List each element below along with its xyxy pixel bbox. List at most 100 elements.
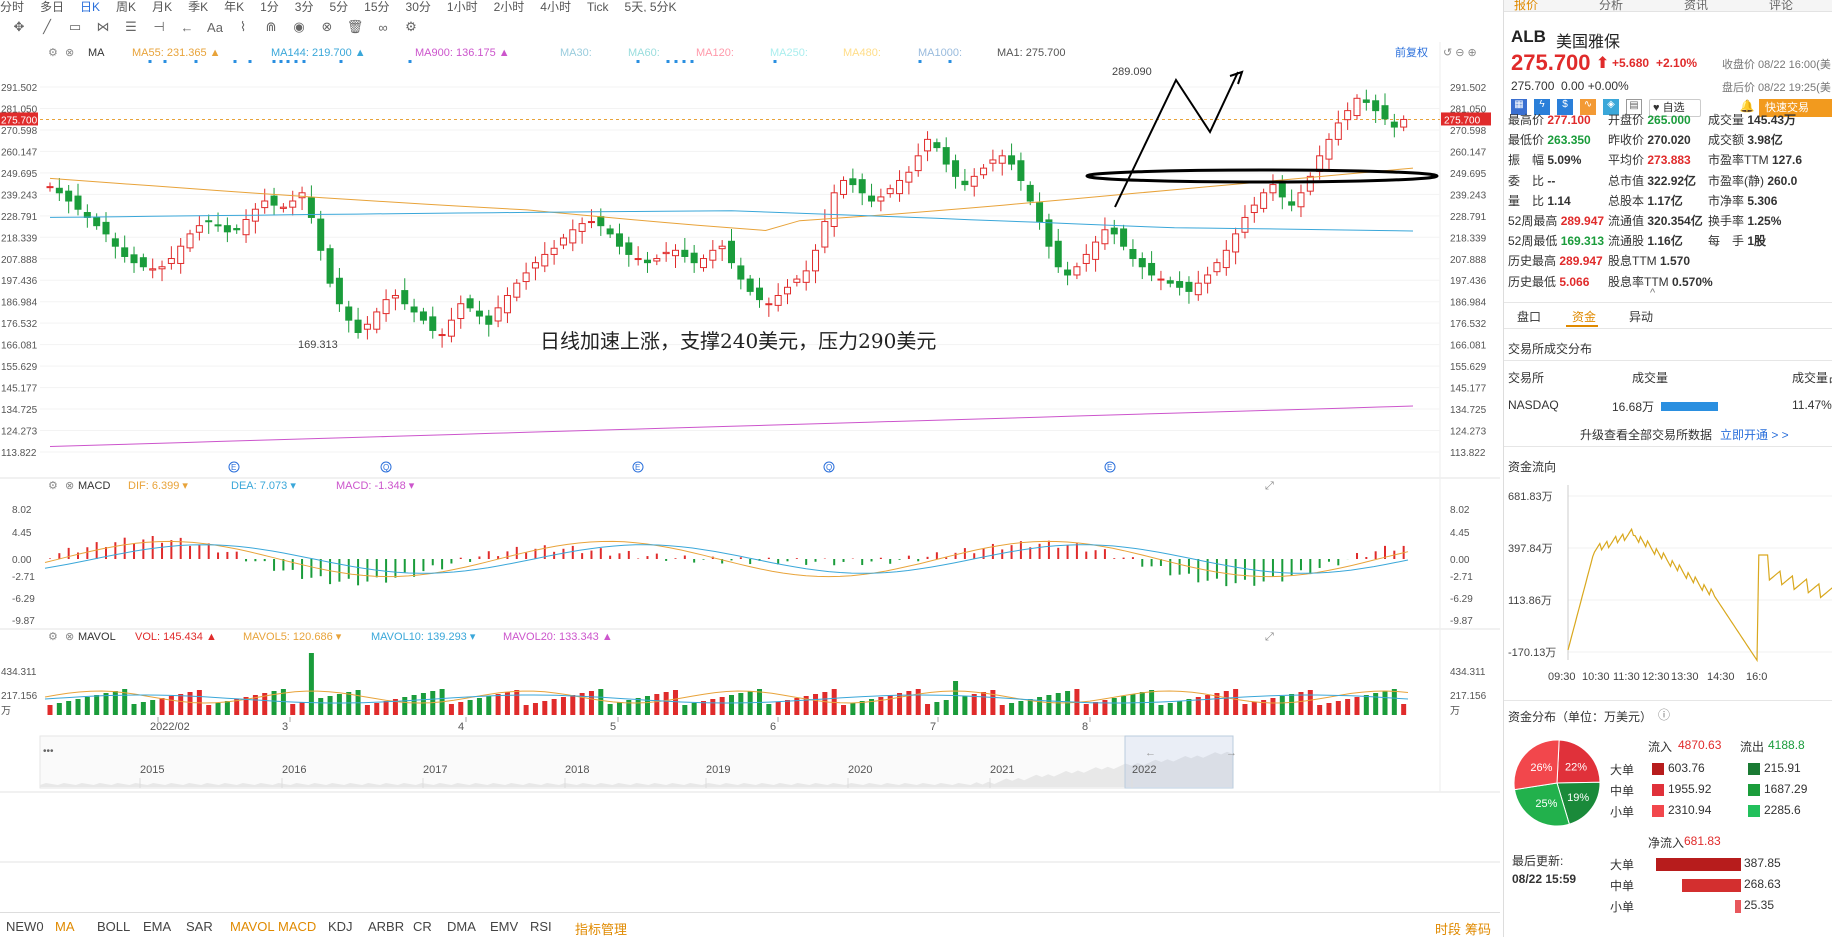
pattern-tool-icon[interactable]: ⋈: [92, 17, 114, 37]
bottom-right-tab[interactable]: 筹码: [1465, 919, 1491, 937]
period-tab[interactable]: 年K: [224, 1, 244, 12]
macd-axis-left: 4.45: [12, 528, 32, 539]
tab-comments[interactable]: 评论: [1769, 0, 1793, 11]
crosshair-icon[interactable]: ✥: [8, 17, 30, 37]
period-tab[interactable]: 5分: [329, 1, 348, 12]
fib-tool-icon[interactable]: ☰: [120, 17, 142, 37]
quote-stat: 平均价 273.883: [1608, 151, 1691, 168]
tab-news[interactable]: 资讯: [1684, 0, 1708, 11]
period-tab[interactable]: 5天, 5分K: [625, 1, 677, 12]
period-tab[interactable]: 3分: [295, 1, 314, 12]
stat-value: 169.313: [1560, 234, 1605, 249]
kline-chart[interactable]: 291.502 291.502281.050 281.050275.700 275.7…: [0, 42, 1500, 912]
magnet-icon[interactable]: ⋒: [260, 17, 282, 37]
indicator-mavol[interactable]: MAVOL: [230, 919, 275, 934]
macd-axis-right: -9.87: [1450, 616, 1473, 627]
upgrade-link[interactable]: 立即开通 > >: [1720, 426, 1789, 443]
tab-analysis[interactable]: 分析: [1599, 0, 1623, 11]
period-tab[interactable]: 4小时: [540, 1, 571, 12]
period-tab[interactable]: Tick: [587, 1, 609, 12]
vol-axis-left: 217.156: [1, 691, 38, 702]
indicator-emv[interactable]: EMV: [490, 919, 518, 934]
nav-right-icon: →: [1226, 747, 1237, 759]
candle: [952, 160, 960, 177]
volume-bar: [672, 690, 678, 715]
outflow-label: 流出: [1740, 740, 1765, 754]
trash-icon[interactable]: 🗑: [344, 17, 366, 37]
collapse-icon[interactable]: ^: [1650, 287, 1655, 299]
measure-tool-icon[interactable]: ⊣: [148, 17, 170, 37]
navigator-handle: •••: [43, 746, 54, 757]
volume-bar: [1391, 689, 1397, 715]
indicator-指标管理[interactable]: 指标管理: [575, 919, 627, 937]
indicator-ema[interactable]: EMA: [143, 919, 171, 934]
volume-bar: [588, 691, 594, 715]
tab-quote[interactable]: 报价: [1514, 0, 1538, 11]
subtab-alerts[interactable]: 异动: [1629, 308, 1653, 325]
volume-bar: [486, 696, 492, 715]
brush-tool-icon[interactable]: ⌇: [232, 17, 254, 37]
period-tab[interactable]: 1小时: [447, 1, 478, 12]
rect-tool-icon[interactable]: ▭: [64, 17, 86, 37]
volume-bar: [738, 693, 744, 715]
candle: [830, 192, 838, 227]
indicator-arbr[interactable]: ARBR: [368, 919, 404, 934]
indicator-boll[interactable]: BOLL: [97, 919, 130, 934]
bottom-right-tab[interactable]: 时段: [1435, 919, 1461, 937]
inflow-swatch: [1652, 763, 1664, 775]
settings-icon[interactable]: ⚙: [400, 17, 422, 37]
pie-label: 19%: [1567, 792, 1589, 804]
price-axis-right: 155.629: [1450, 362, 1487, 373]
indicator-macd[interactable]: MACD: [278, 919, 316, 934]
period-tab[interactable]: 多日: [40, 1, 64, 12]
indicator-kdj[interactable]: KDJ: [328, 919, 353, 934]
volume-bar: [467, 700, 473, 715]
candle: [970, 175, 978, 187]
period-tab[interactable]: 30分: [406, 1, 431, 12]
period-tab[interactable]: 15分: [364, 1, 389, 12]
candle: [1073, 266, 1081, 276]
period-tab[interactable]: 日K: [80, 1, 100, 12]
candle: [429, 316, 437, 331]
earnings-marker: E: [1107, 463, 1112, 472]
candle: [671, 249, 679, 257]
period-tab[interactable]: 月K: [152, 1, 172, 12]
text-tool-icon[interactable]: Aa: [204, 17, 226, 37]
price-axis-right: 270.598: [1450, 126, 1487, 137]
period-tab[interactable]: 分时: [0, 1, 24, 12]
outflow-value: 4188.8: [1768, 738, 1805, 752]
period-tab[interactable]: 季K: [188, 1, 208, 12]
arrow-tool-icon[interactable]: ←: [176, 17, 198, 37]
eye-icon[interactable]: ◉: [288, 17, 310, 37]
indicator-ma[interactable]: MA: [55, 919, 75, 934]
volume-bar: [131, 704, 137, 715]
period-tab[interactable]: 1分: [260, 1, 279, 12]
period-tab[interactable]: 周K: [116, 1, 136, 12]
indicator-sar[interactable]: SAR: [186, 919, 213, 934]
indicator-dma[interactable]: DMA: [447, 919, 476, 934]
volume-bar: [299, 702, 305, 715]
indicator-rsi[interactable]: RSI: [530, 919, 552, 934]
lock-icon[interactable]: ⊗: [316, 17, 338, 37]
link-icon[interactable]: ∞: [372, 17, 394, 37]
indicator-new0[interactable]: NEW0: [6, 919, 44, 934]
period-tab[interactable]: 2小时: [494, 1, 525, 12]
subtab-funds[interactable]: 资金: [1572, 308, 1596, 325]
candle: [485, 315, 493, 325]
help-icon[interactable]: ⓘ: [1658, 706, 1670, 723]
volume-bar: [476, 698, 482, 715]
subtab-orderbook[interactable]: 盘口: [1517, 308, 1541, 325]
vol-axis-left: 434.311: [1, 667, 37, 678]
month-tick: 7: [930, 721, 936, 733]
candle: [335, 277, 343, 305]
indicator-cr[interactable]: CR: [413, 919, 432, 934]
price-axis-right: 260.147: [1450, 147, 1487, 158]
candle: [326, 248, 334, 284]
line-tool-icon[interactable]: ╱: [36, 17, 58, 37]
quote-stat: 股息率TTM 0.570%: [1608, 273, 1713, 290]
quote-stat: 市盈率(静) 260.0: [1708, 172, 1797, 189]
volume-bar: [178, 694, 184, 715]
candle: [46, 186, 54, 189]
net-row-name: 中单: [1610, 879, 1635, 893]
volume-bar: [168, 696, 174, 715]
